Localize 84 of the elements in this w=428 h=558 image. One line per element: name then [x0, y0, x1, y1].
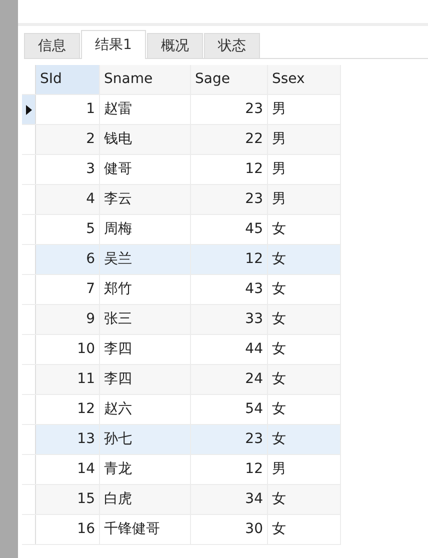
table-row[interactable]: 6 吴兰 12 女	[22, 245, 341, 275]
table-cell: 男	[268, 155, 341, 184]
table-cell: 10	[36, 335, 100, 364]
table-cell: 13	[36, 425, 100, 454]
column-header[interactable]: Sname	[100, 65, 191, 94]
table-cell: 7	[36, 275, 100, 304]
table-row[interactable]: 14 青龙 12 男	[22, 455, 341, 485]
table-row[interactable]: 1 赵雷 23 男	[22, 95, 341, 125]
table-cell: 23	[191, 185, 268, 214]
table-cell: 3	[36, 155, 100, 184]
table-cell: 24	[191, 365, 268, 394]
table-cell: 5	[36, 215, 100, 244]
table-row[interactable]: 2 钱电 22 男	[22, 125, 341, 155]
table-cell: 男	[268, 455, 341, 484]
table-cell: 1	[36, 95, 100, 124]
table-cell: 女	[268, 365, 341, 394]
table-cell: 43	[191, 275, 268, 304]
table-cell: 16	[36, 515, 100, 544]
table-cell: 女	[268, 275, 341, 304]
table-cell: 22	[191, 125, 268, 154]
table-cell: 千锋健哥	[100, 515, 191, 544]
table-cell: 李云	[100, 185, 191, 214]
table-cell: 23	[191, 95, 268, 124]
table-cell: 男	[268, 95, 341, 124]
table-cell: 李四	[100, 365, 191, 394]
table-cell: 12	[36, 395, 100, 424]
column-header[interactable]: Ssex	[268, 65, 341, 94]
table-row[interactable]: 4 李云 23 男	[22, 185, 341, 215]
table-cell: 12	[191, 455, 268, 484]
table-cell: 女	[268, 485, 341, 514]
table-cell: 9	[36, 305, 100, 334]
table-cell: 2	[36, 125, 100, 154]
table-cell: 54	[191, 395, 268, 424]
table-cell: 30	[191, 515, 268, 544]
table-cell: 男	[268, 125, 341, 154]
tab[interactable]: 信息	[24, 33, 80, 58]
table-cell: 女	[268, 335, 341, 364]
column-header[interactable]: Sage	[191, 65, 268, 94]
table-cell: 12	[191, 245, 268, 274]
table-cell: 23	[191, 425, 268, 454]
table-cell: 女	[268, 425, 341, 454]
table-cell: 女	[268, 245, 341, 274]
table-cell: 孙七	[100, 425, 191, 454]
table-cell: 郑竹	[100, 275, 191, 304]
table-cell: 吴兰	[100, 245, 191, 274]
table-cell: 11	[36, 365, 100, 394]
table-cell: 6	[36, 245, 100, 274]
table-cell: 青龙	[100, 455, 191, 484]
tab[interactable]: 状态	[204, 33, 260, 58]
table-cell: 白虎	[100, 485, 191, 514]
table-cell: 15	[36, 485, 100, 514]
table-cell: 钱电	[100, 125, 191, 154]
tab[interactable]: 结果1	[81, 30, 146, 59]
table-row[interactable]: 15 白虎 34 女	[22, 485, 341, 515]
table-cell: 女	[268, 215, 341, 244]
table-cell: 34	[191, 485, 268, 514]
table-row[interactable]: 11 李四 24 女	[22, 365, 341, 395]
table-cell: 44	[191, 335, 268, 364]
table-cell: 健哥	[100, 155, 191, 184]
column-header[interactable]: SId	[36, 65, 100, 94]
table-cell: 女	[268, 515, 341, 544]
table-cell: 周梅	[100, 215, 191, 244]
table-cell: 45	[191, 215, 268, 244]
table-row[interactable]: 10 李四 44 女	[22, 335, 341, 365]
table-row[interactable]: 5 周梅 45 女	[22, 215, 341, 245]
table-cell: 14	[36, 455, 100, 484]
table-cell: 4	[36, 185, 100, 214]
current-row-icon	[26, 104, 32, 114]
table-cell: 赵雷	[100, 95, 191, 124]
table-row[interactable]: 9 张三 33 女	[22, 305, 341, 335]
table-cell: 33	[191, 305, 268, 334]
tab[interactable]: 概况	[146, 33, 203, 58]
table-row[interactable]: 12 赵六 54 女	[22, 395, 341, 425]
table-row[interactable]: 16 千锋健哥 30 女	[22, 515, 341, 545]
table-cell: 女	[268, 395, 341, 424]
table-cell: 男	[268, 185, 341, 214]
table-cell: 女	[268, 305, 341, 334]
table-cell: 12	[191, 155, 268, 184]
table-row[interactable]: 3 健哥 12 男	[22, 155, 341, 185]
table-row[interactable]: 13 孙七 23 女	[22, 425, 341, 455]
table-row[interactable]: 7 郑竹 43 女	[22, 275, 341, 305]
table-cell: 张三	[100, 305, 191, 334]
table-cell: 李四	[100, 335, 191, 364]
table-cell: 赵六	[100, 395, 191, 424]
